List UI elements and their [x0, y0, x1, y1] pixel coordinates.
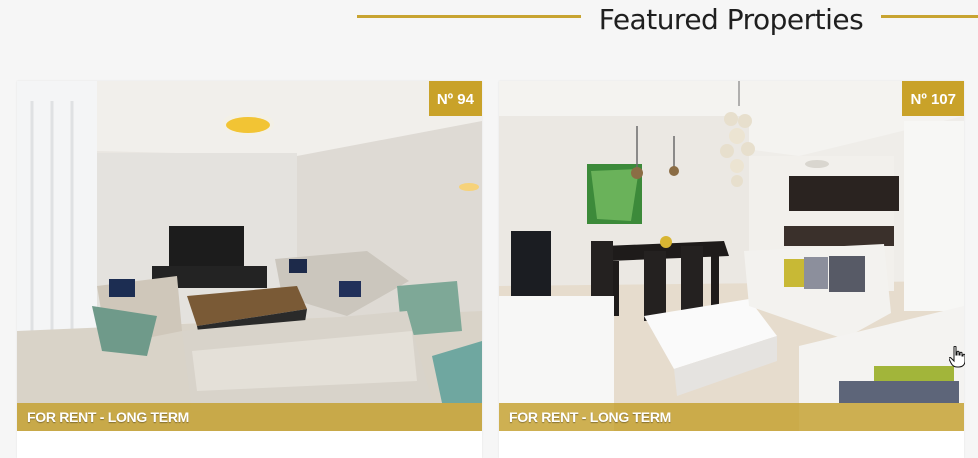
hand-cursor-icon	[949, 346, 965, 368]
listing-status-label: FOR RENT - LONG TERM	[27, 409, 189, 425]
listing-status-bar: FOR RENT - LONG TERM	[499, 403, 964, 431]
dining-living-room-photo	[499, 81, 964, 431]
living-room-photo	[17, 81, 482, 431]
property-card-107[interactable]: Nº 107 FOR RENT - LONG TERM	[499, 81, 964, 458]
section-header: Featured Properties	[0, 0, 978, 44]
property-card-94[interactable]: Nº 94 FOR RENT - LONG TERM	[17, 81, 482, 458]
property-photo[interactable]	[499, 81, 964, 431]
property-number-badge: Nº 94	[428, 81, 482, 116]
property-photo[interactable]	[17, 81, 482, 431]
listing-status-bar: FOR RENT - LONG TERM	[17, 403, 482, 431]
title-rule-right	[881, 15, 978, 18]
property-number-badge: Nº 107	[902, 81, 964, 116]
listing-status-label: FOR RENT - LONG TERM	[509, 409, 671, 425]
title-rule-left	[357, 15, 581, 18]
section-title: Featured Properties	[598, 3, 864, 36]
